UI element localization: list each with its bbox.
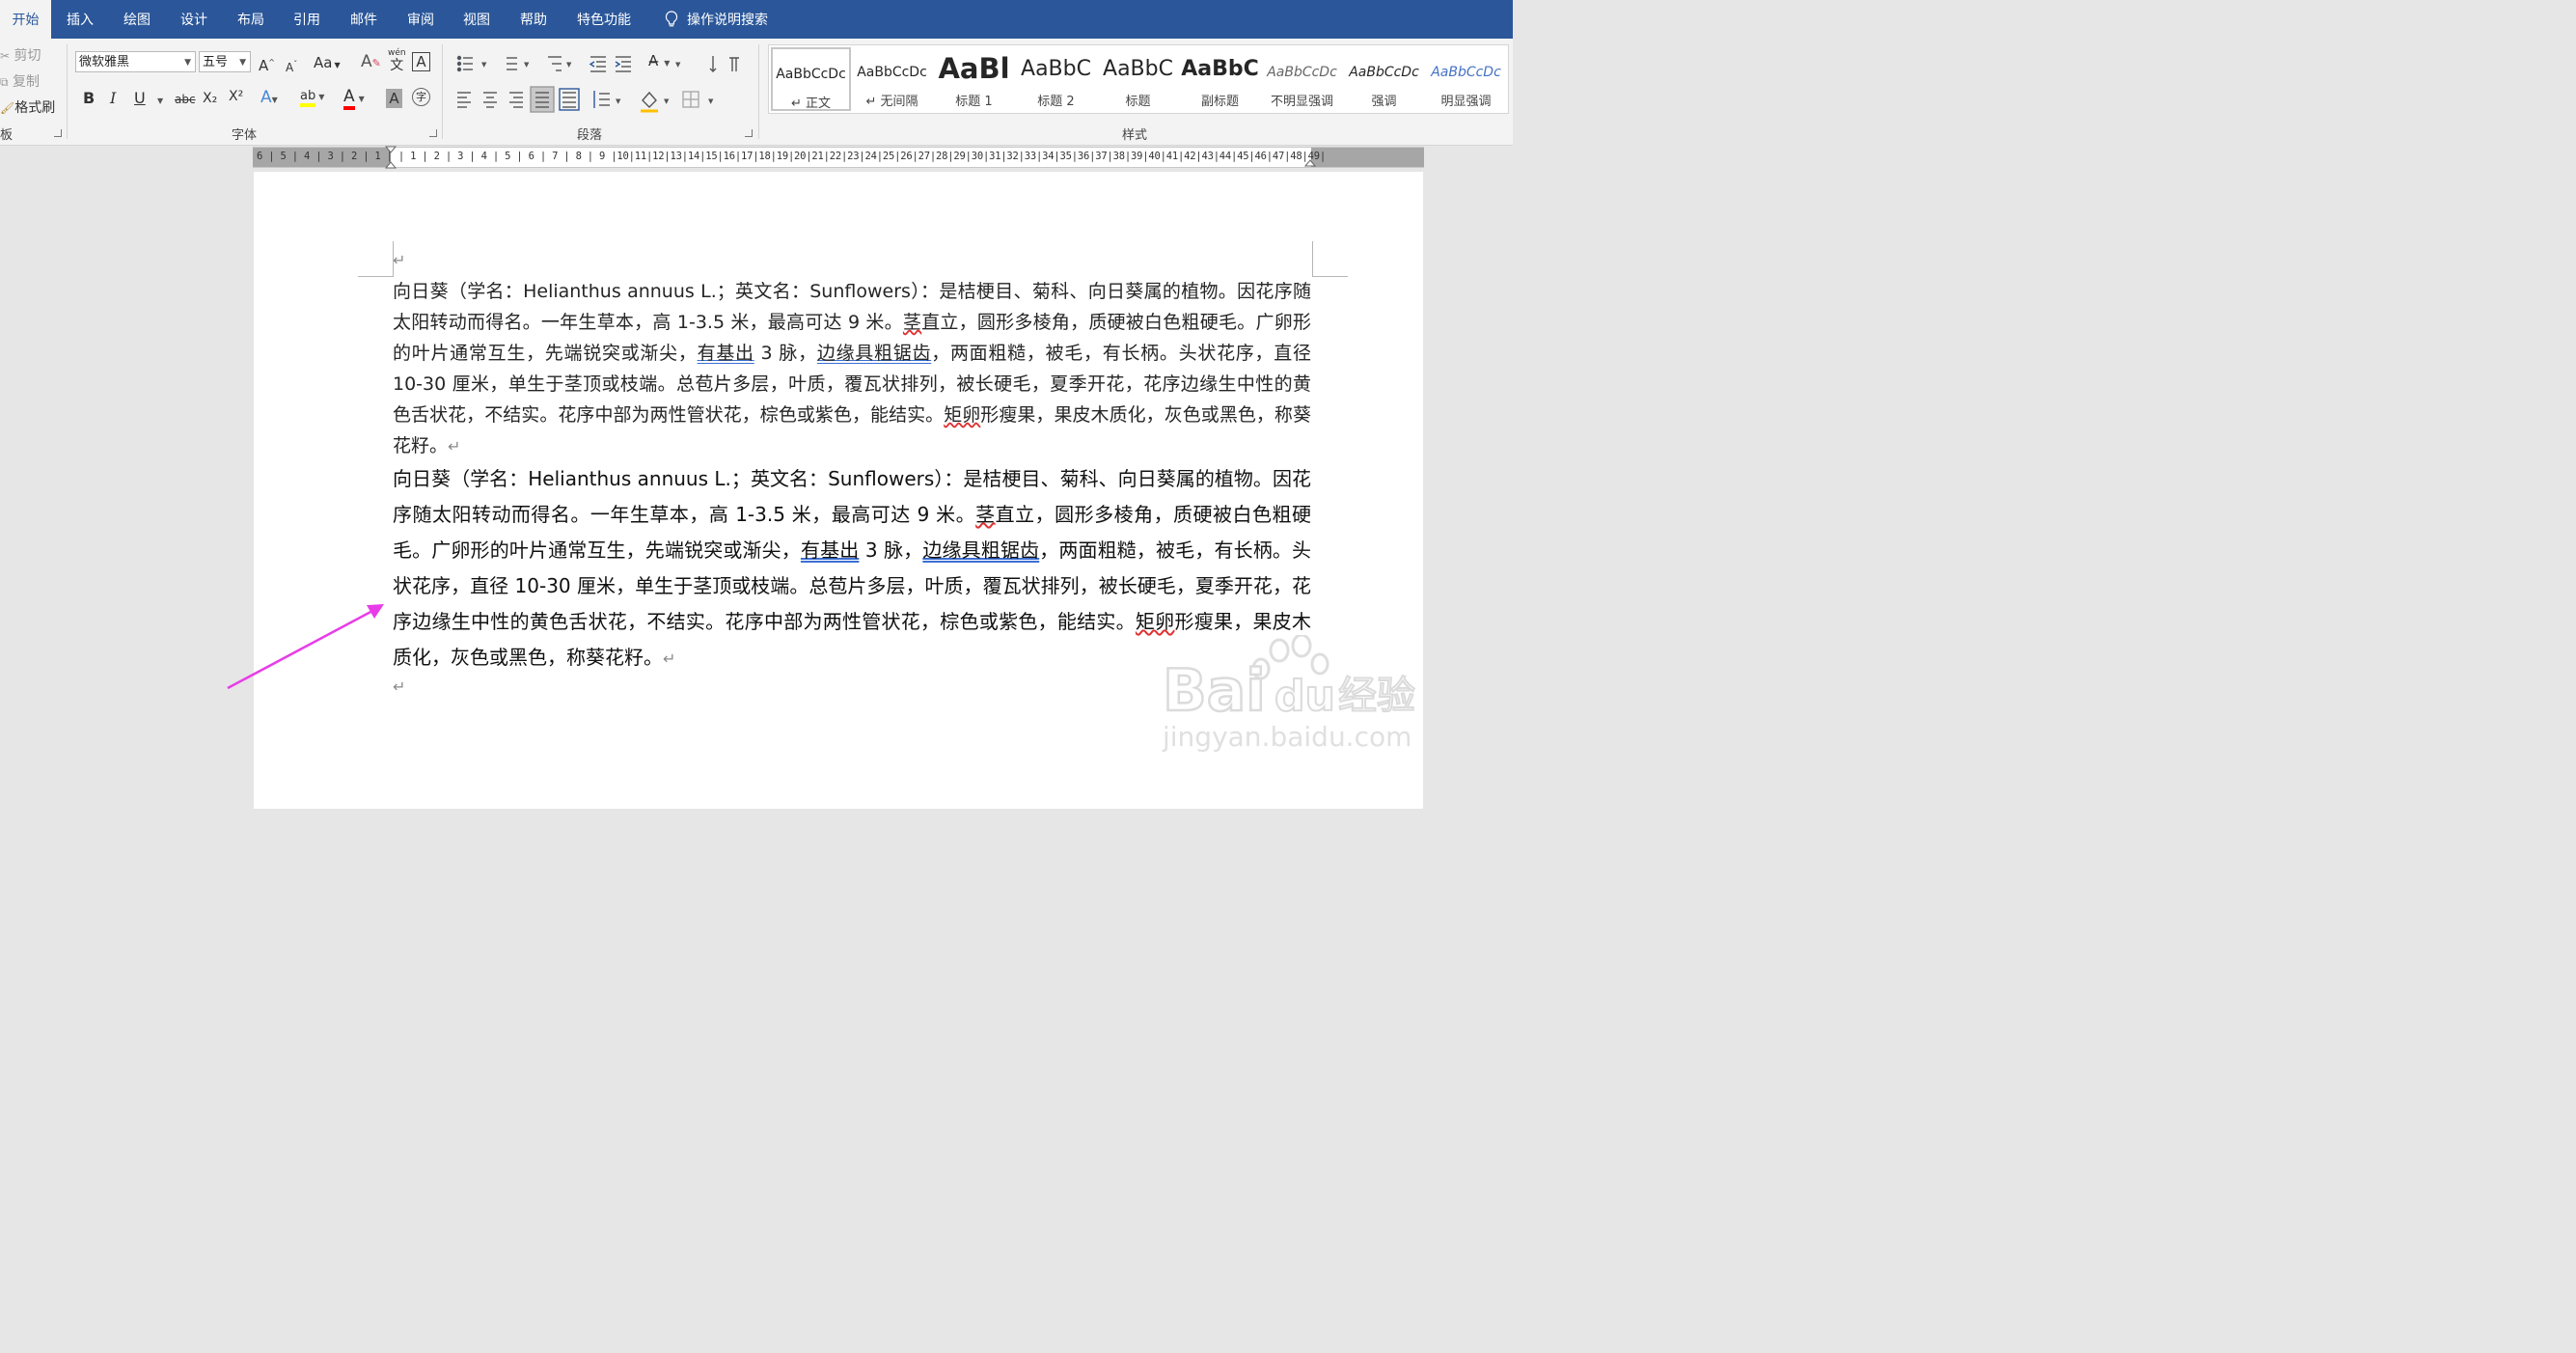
annotation-arrow-icon	[227, 604, 384, 690]
